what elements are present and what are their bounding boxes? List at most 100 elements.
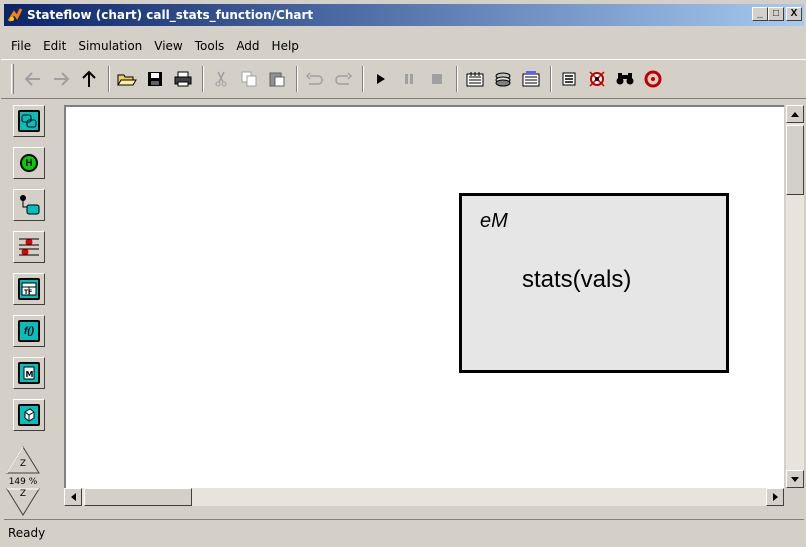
back-button[interactable]	[20, 66, 46, 92]
arrow-left-icon	[70, 493, 76, 501]
menu-edit[interactable]: Edit	[37, 39, 72, 53]
vertical-scrollbar[interactable]	[786, 105, 804, 488]
stop-icon	[432, 74, 442, 84]
truth-table-icon: TF	[18, 278, 40, 300]
window-controls: _ □ X	[752, 7, 802, 21]
paste-button[interactable]	[264, 66, 290, 92]
svg-text:M: M	[26, 370, 34, 379]
rebuild-button[interactable]	[490, 66, 516, 92]
parent-icon	[644, 70, 662, 88]
up-icon	[82, 70, 96, 87]
toolbar	[1, 59, 806, 99]
vertical-scroll-thumb[interactable]	[786, 125, 804, 195]
toolbar-separator	[202, 66, 204, 92]
scroll-down-button[interactable]	[786, 470, 804, 488]
connective-junction-icon	[19, 238, 39, 256]
incremental-build-icon	[522, 71, 540, 87]
build-icon	[466, 72, 484, 87]
horizontal-scrollbar[interactable]	[64, 488, 784, 506]
title-bar[interactable]: Stateflow (chart) call_stats_function/Ch…	[4, 4, 804, 26]
close-icon: X	[790, 8, 798, 19]
cut-button[interactable]	[208, 66, 234, 92]
play-button[interactable]	[368, 66, 394, 92]
embedded-matlab-tool-button[interactable]: M	[13, 357, 45, 389]
history-junction-tool-button[interactable]: H	[13, 147, 45, 179]
menu-view[interactable]: View	[148, 39, 188, 53]
save-button[interactable]	[142, 66, 168, 92]
box-tool-button[interactable]	[13, 399, 45, 431]
zoom-out-label: Z	[19, 489, 27, 499]
close-button[interactable]: X	[786, 7, 802, 21]
menu-bar: File Edit Simulation View Tools Add Help	[5, 36, 305, 56]
debugger-icon	[589, 71, 605, 87]
status-text: Ready	[8, 525, 46, 540]
redo-button[interactable]	[330, 66, 356, 92]
stateflow-app-icon	[7, 8, 23, 22]
menu-file[interactable]: File	[5, 39, 37, 53]
scroll-up-button[interactable]	[786, 105, 804, 123]
copy-button[interactable]	[236, 66, 262, 92]
menu-tools[interactable]: Tools	[189, 39, 231, 53]
print-icon	[174, 71, 192, 87]
explorer-button[interactable]	[556, 66, 582, 92]
chart-canvas[interactable]: eM stats(vals)	[64, 105, 784, 488]
default-transition-tool-button[interactable]	[13, 189, 45, 221]
debugger-button[interactable]	[584, 66, 610, 92]
rebuild-icon	[495, 72, 511, 87]
toolbar-separator	[296, 66, 298, 92]
minimize-button[interactable]: _	[752, 7, 768, 21]
block-function-signature: stats(vals)	[522, 266, 632, 293]
truth-table-tool-button[interactable]: TF	[13, 273, 45, 305]
menu-simulation[interactable]: Simulation	[72, 39, 148, 53]
window-title: Stateflow (chart) call_stats_function/Ch…	[27, 8, 314, 22]
maximize-button[interactable]: □	[768, 7, 784, 21]
incremental-build-button[interactable]	[518, 66, 544, 92]
history-letter: H	[20, 154, 38, 172]
back-icon	[24, 72, 40, 86]
toolbar-separator	[108, 66, 110, 92]
explorer-icon	[562, 72, 576, 86]
scroll-right-button[interactable]	[766, 488, 784, 506]
cut-icon	[215, 71, 227, 87]
menu-help[interactable]: Help	[266, 39, 305, 53]
state-tool-button[interactable]	[13, 105, 45, 137]
toolbar-separator	[456, 66, 458, 92]
maximize-icon: □	[772, 8, 780, 19]
toolbar-separator	[362, 66, 364, 92]
embedded-matlab-icon: M	[18, 362, 40, 384]
forward-icon	[54, 72, 70, 86]
graphical-function-tool-button[interactable]: f()	[13, 315, 45, 347]
horizontal-scroll-thumb[interactable]	[84, 488, 192, 506]
parent-button[interactable]	[640, 66, 666, 92]
minimize-icon: _	[757, 8, 763, 19]
svg-text:TF: TF	[24, 289, 32, 296]
pause-button[interactable]	[396, 66, 422, 92]
undo-button[interactable]	[302, 66, 328, 92]
embedded-matlab-function-block[interactable]: eM stats(vals)	[459, 193, 729, 373]
toolbar-grip[interactable]	[11, 64, 14, 94]
default-transition-icon	[20, 195, 40, 215]
scroll-left-button[interactable]	[64, 488, 82, 506]
paste-icon	[269, 72, 285, 87]
zoom-in-label: Z	[19, 459, 27, 469]
print-button[interactable]	[170, 66, 196, 92]
history-junction-icon: H	[17, 151, 41, 175]
build-button[interactable]	[462, 66, 488, 92]
status-bar: Ready	[4, 519, 804, 545]
redo-icon	[335, 72, 352, 85]
find-button[interactable]	[612, 66, 638, 92]
stateflow-window: Stateflow (chart) call_stats_function/Ch…	[0, 0, 806, 547]
forward-button[interactable]	[48, 66, 74, 92]
toolbar-separator	[550, 66, 552, 92]
function-letter: f()	[24, 325, 34, 337]
stop-button[interactable]	[424, 66, 450, 92]
save-icon	[148, 72, 162, 86]
connective-junction-tool-button[interactable]	[13, 231, 45, 263]
menu-add[interactable]: Add	[230, 39, 265, 53]
open-icon	[117, 74, 137, 86]
box-tool-icon	[18, 404, 40, 426]
up-button[interactable]	[76, 66, 102, 92]
open-button[interactable]	[114, 66, 140, 92]
arrow-up-icon	[791, 111, 799, 117]
find-icon	[616, 73, 634, 85]
